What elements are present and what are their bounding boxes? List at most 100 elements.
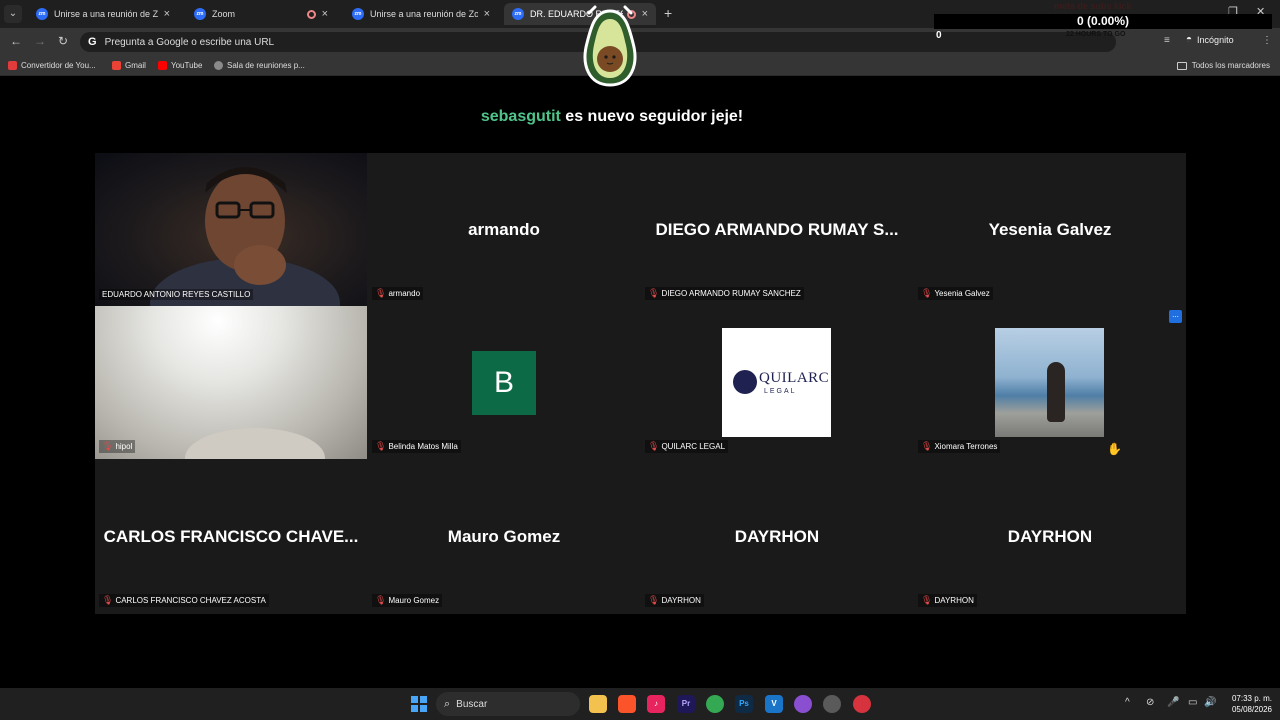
close-icon[interactable]: × — [322, 8, 328, 20]
more-options-button[interactable]: ... — [1169, 310, 1182, 323]
all-bookmarks-button[interactable]: Todos los marcadores — [1176, 61, 1270, 70]
windows-taskbar: ⌕ Buscar ♪ Pr Ps V ^ ⊘ 🎤 ▭ 🔊 07:33 p. m.… — [0, 688, 1280, 720]
globe-icon — [214, 61, 223, 70]
browser-tab-1[interactable]: zm Unirse a una reunión de Zoom × — [28, 3, 178, 25]
participant-label-text: DIEGO ARMANDO RUMAY SANCHEZ — [661, 289, 801, 298]
obs-circle-icon[interactable] — [794, 695, 812, 713]
tab-search-chevron-icon[interactable]: ⌄ — [4, 5, 22, 23]
muted-mic-icon: 🎙 — [375, 288, 387, 298]
follower-name: sebasgutit — [480, 108, 561, 125]
reload-icon[interactable]: ↻ — [58, 34, 68, 48]
volume-icon[interactable]: 🔊 — [1204, 697, 1216, 708]
muted-mic-icon: 🎙 — [921, 441, 933, 451]
network-off-icon[interactable]: ⊘ — [1146, 697, 1154, 708]
participant-label: 🎙 Yesenia Galvez — [918, 287, 993, 300]
close-icon[interactable]: × — [164, 8, 170, 20]
participant-label: 🎙 CARLOS FRANCISCO CHAVEZ ACOSTA — [99, 594, 269, 607]
monitor-icon[interactable]: ▭ — [1188, 697, 1197, 708]
logo-subtext: LEGAL — [764, 388, 797, 395]
participant-name: CARLOS FRANCISCO CHAVE... — [103, 527, 359, 546]
show-hidden-icons-chevron-icon[interactable]: ^ — [1125, 697, 1130, 708]
participant-logo: QUILARC LEGAL — [722, 328, 831, 437]
bookmark-item[interactable]: Convertidor de You... — [8, 61, 96, 70]
muted-mic-icon: 🎙 — [375, 441, 387, 451]
participant-tile[interactable]: DAYRHON 🎙 DAYRHON — [641, 460, 913, 613]
tiktok-icon[interactable]: ♪ — [647, 695, 665, 713]
taskbar-search[interactable]: ⌕ Buscar — [436, 692, 580, 716]
participant-tile[interactable]: QUILARC LEGAL 🎙 QUILARC LEGAL — [641, 306, 913, 459]
bookmark-item[interactable]: Gmail — [112, 61, 146, 70]
participant-tile[interactable]: Mauro Gomez 🎙 Mauro Gomez — [368, 460, 640, 613]
participant-tile[interactable]: 🎙 Xiomara Terrones — [914, 306, 1186, 459]
logo-text: QUILARC — [759, 370, 830, 386]
back-arrow-icon[interactable]: ← — [10, 34, 22, 48]
subs-goal-start: 0 — [936, 30, 942, 41]
participant-tile[interactable]: Yesenia Galvez 🎙 Yesenia Galvez — [914, 153, 1186, 306]
microphone-icon[interactable]: 🎤 — [1167, 697, 1179, 708]
participant-video — [95, 153, 367, 306]
avocado-mascot-icon — [583, 5, 637, 87]
taskbar-clock[interactable]: 07:33 p. m. 05/08/2026 — [1222, 693, 1272, 715]
participant-tile[interactable]: DIEGO ARMANDO RUMAY S... 🎙 DIEGO ARMANDO… — [641, 153, 913, 306]
participant-label: 🎙 Mauro Gomez — [372, 594, 443, 607]
participant-label: 🎙 QUILARC LEGAL — [645, 440, 729, 453]
bookmark-label: Convertidor de You... — [21, 61, 96, 70]
vscode-icon[interactable]: V — [765, 695, 783, 713]
windows-start-icon[interactable] — [411, 696, 427, 712]
brave-icon[interactable] — [618, 695, 636, 713]
converter-icon — [8, 61, 17, 70]
participant-tile[interactable]: B 🎙 Belinda Matos Milla — [368, 306, 640, 459]
new-tab-button[interactable]: + — [664, 5, 672, 21]
browser-tab-3[interactable]: zm Unirse a una reunión de Zoom × — [344, 3, 498, 25]
gmail-icon — [112, 61, 121, 70]
participant-tile[interactable]: armando 🎙 armando — [368, 153, 640, 306]
subs-goal-count: 0 (0.00%) — [1076, 14, 1130, 28]
participant-avatar: B — [472, 351, 536, 415]
file-explorer-icon[interactable] — [589, 695, 607, 713]
participant-video — [95, 306, 367, 459]
participant-label-text: DAYRHON — [661, 596, 701, 605]
recording-icon — [306, 9, 316, 19]
follower-alert: sebasgutit es nuevo seguidor jeje! — [480, 106, 744, 128]
muted-mic-icon: 🎙 — [102, 595, 114, 605]
browser-tab-2[interactable]: zm Zoom × — [186, 3, 336, 25]
person-figure — [1047, 362, 1065, 422]
participant-tile[interactable]: 🎙 hipol — [95, 306, 367, 459]
participant-label: 🎙 armando — [372, 287, 424, 300]
tab-title: Unirse a una reunión de Zoom — [370, 9, 478, 19]
clock-date: 05/08/2026 — [1231, 705, 1272, 714]
participant-label-text: Mauro Gomez — [388, 596, 440, 605]
muted-mic-icon: 🎙 — [102, 441, 114, 451]
bookmark-item[interactable]: Sala de reuniones p... — [214, 61, 305, 70]
participant-label: EDUARDO ANTONIO REYES CASTILLO — [99, 289, 254, 300]
participant-tile[interactable]: CARLOS FRANCISCO CHAVE... 🎙 CARLOS FRANC… — [95, 460, 367, 613]
participant-label: 🎙 DAYRHON — [918, 594, 977, 607]
participant-tile[interactable]: EDUARDO ANTONIO REYES CASTILLO — [95, 153, 367, 306]
bookmark-item[interactable]: YouTube — [158, 61, 202, 70]
participant-video-frame — [150, 167, 340, 306]
participant-label-text: Xiomara Terrones — [934, 442, 998, 451]
participant-tile[interactable]: DAYRHON 🎙 DAYRHON — [914, 460, 1186, 613]
participant-label-text: hipol — [115, 442, 133, 451]
premiere-icon[interactable]: Pr — [677, 695, 695, 713]
participant-name: Yesenia Galvez — [988, 220, 1112, 239]
steam-icon[interactable] — [823, 695, 841, 713]
zoom-icon: zm — [194, 8, 206, 20]
forward-arrow-icon[interactable]: → — [34, 34, 46, 48]
follower-message: es nuevo seguidor jeje! — [560, 108, 744, 125]
participant-name: DAYRHON — [1007, 527, 1093, 546]
folder-icon — [1176, 61, 1187, 70]
hand-cursor-icon: ✋ — [1107, 442, 1122, 456]
participant-name: armando — [468, 220, 540, 239]
youtube-icon — [158, 61, 167, 70]
muted-mic-icon: 🎙 — [648, 288, 660, 298]
participant-label: 🎙 Xiomara Terrones — [918, 440, 1001, 453]
bookmark-label: YouTube — [171, 61, 203, 70]
google-icon: G — [88, 36, 97, 48]
clock-time: 07:33 p. m. — [1231, 694, 1272, 703]
close-icon[interactable]: × — [484, 8, 490, 20]
participant-label: 🎙 Belinda Matos Milla — [372, 440, 461, 453]
app-red-icon[interactable] — [853, 695, 871, 713]
chrome-icon[interactable] — [706, 695, 724, 713]
photoshop-icon[interactable]: Ps — [735, 695, 753, 713]
